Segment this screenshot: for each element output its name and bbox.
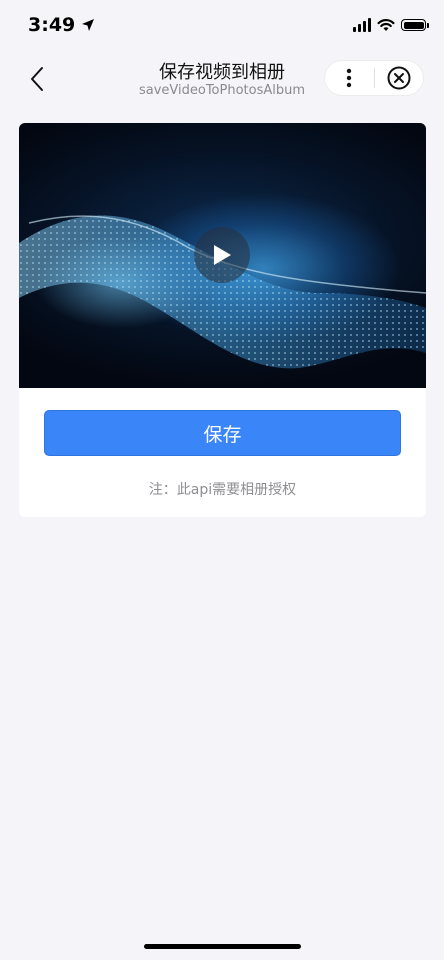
permission-note: 注：此api需要相册授权	[148, 482, 297, 498]
status-bar: 3:49	[0, 0, 444, 52]
content-card: 保存 注：此api需要相册授权	[19, 123, 426, 517]
battery-fill	[403, 21, 424, 29]
close-button[interactable]	[375, 61, 424, 95]
close-circle-icon	[387, 66, 411, 90]
video-player[interactable]	[19, 123, 426, 388]
menu-capsule	[324, 60, 424, 96]
battery-icon	[401, 19, 429, 31]
cellular-signal-icon	[353, 18, 371, 32]
nav-bar: 保存视频到相册 saveVideoToPhotosAlbum	[0, 52, 444, 108]
more-vertical-icon	[347, 68, 352, 88]
status-time: 3:49	[28, 14, 76, 36]
wifi-icon	[377, 19, 395, 31]
status-time-group: 3:49	[28, 14, 95, 36]
save-button[interactable]: 保存	[44, 410, 401, 456]
play-button[interactable]	[194, 227, 250, 283]
location-arrow-icon	[82, 19, 95, 31]
status-icons	[353, 18, 429, 32]
play-icon	[214, 245, 231, 265]
home-indicator	[144, 944, 301, 949]
more-button[interactable]	[325, 61, 374, 95]
